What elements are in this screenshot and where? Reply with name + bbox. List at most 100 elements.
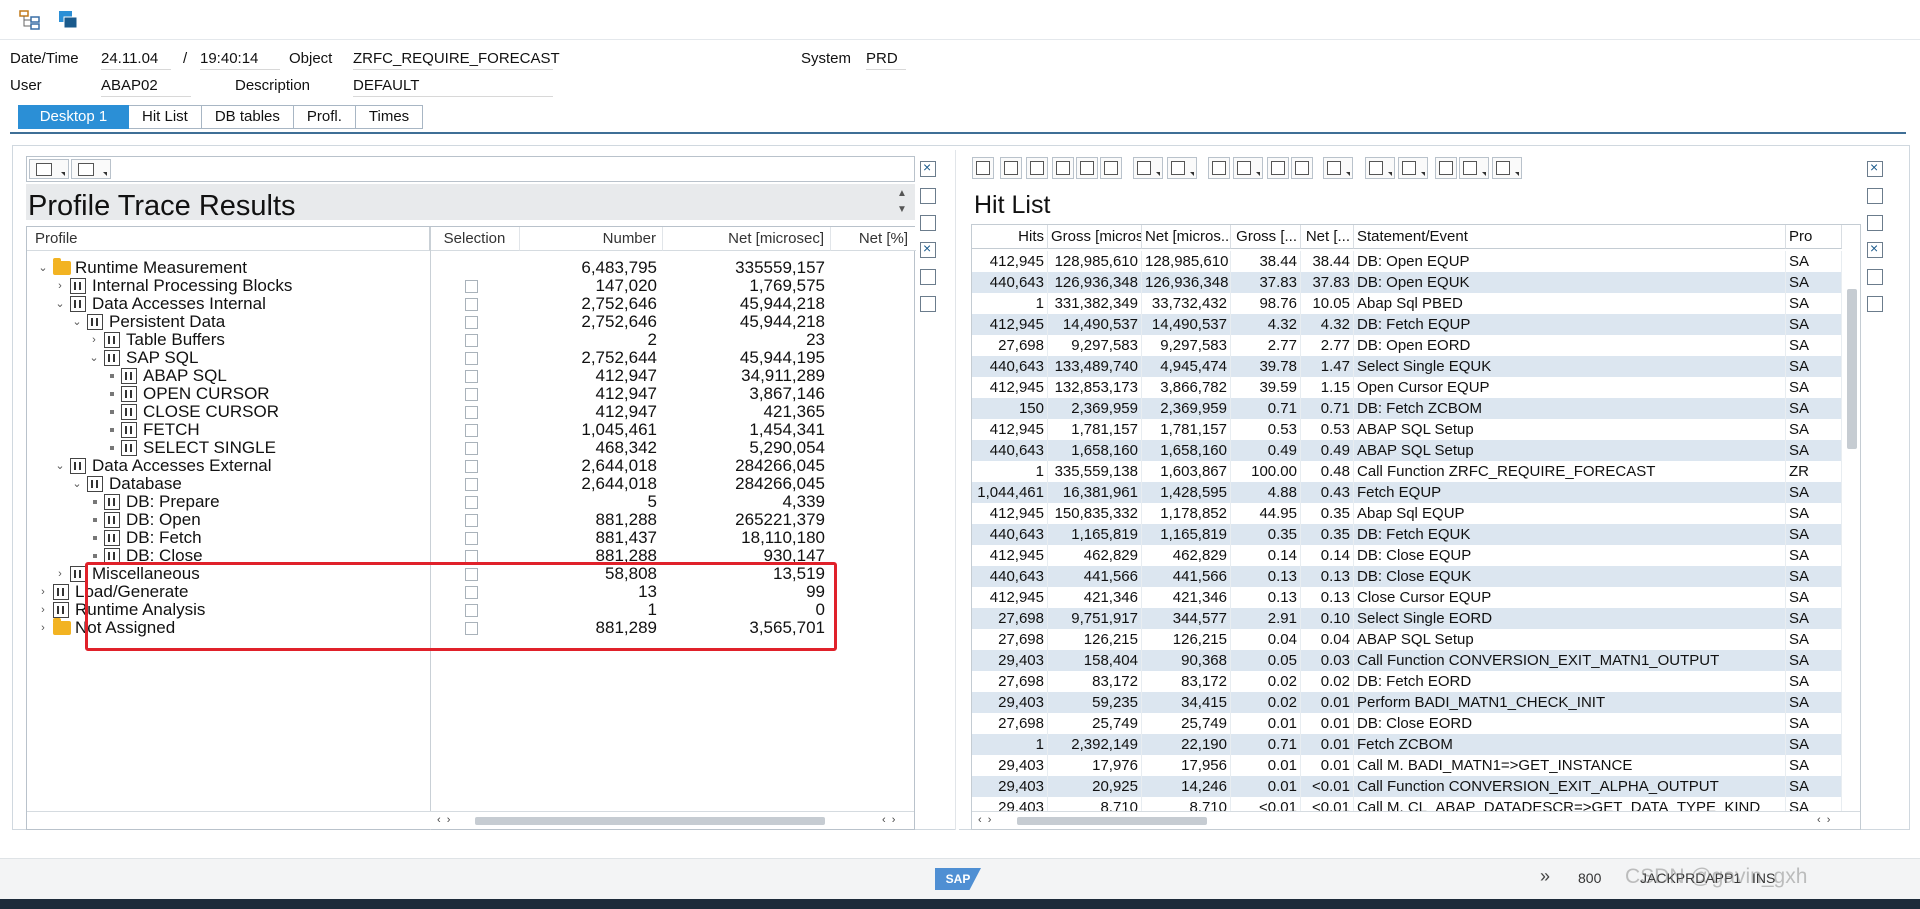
scroll-thumb[interactable] (475, 817, 825, 825)
title-scroll-arrows[interactable]: ▲ ▼ (895, 186, 909, 220)
vertical-scrollbar[interactable] (1842, 249, 1860, 809)
find-next-button[interactable] (1076, 157, 1098, 179)
table-row[interactable]: 27,698 83,172 83,172 0.02 0.02 DB: Fetch EORD… (972, 671, 1842, 692)
close-icon[interactable] (1867, 240, 1883, 258)
collapse-icon[interactable]: ⌄ (71, 478, 83, 490)
column-header-net-pct[interactable]: Net [... (1301, 225, 1354, 249)
selection-checkbox[interactable] (465, 568, 478, 581)
expand-icon[interactable]: › (37, 586, 49, 598)
table-row[interactable]: 27,698 9,297,583 9,297,583 2.77 2.77 DB: Open… (972, 335, 1842, 356)
selection-checkbox[interactable] (465, 532, 478, 545)
hierarchy-icon[interactable] (18, 8, 42, 32)
table-row[interactable]: 29,403 158,404 90,368 0.05 0.03 Call Function… (972, 650, 1842, 671)
subtotal-button[interactable] (1167, 157, 1197, 179)
collapse-icon[interactable]: ⌄ (54, 298, 66, 310)
table-row[interactable]: 412,945 14,490,537 14,490,537 4.32 4.32 DB: F… (972, 314, 1842, 335)
table-row[interactable]: 412,945 462,829 462,829 0.14 0.14 DB: Close E… (972, 545, 1842, 566)
table-row[interactable]: 440,643 133,489,740 4,945,474 39.78 1.47 Sele… (972, 356, 1842, 377)
selection-checkbox[interactable] (465, 388, 478, 401)
split-icon[interactable] (1867, 269, 1883, 285)
selection-checkbox[interactable] (465, 406, 478, 419)
table-row[interactable]: 29,403 59,235 34,415 0.02 0.01 Perform BADI_M… (972, 692, 1842, 713)
selection-checkbox[interactable] (465, 586, 478, 599)
split-icon[interactable] (920, 269, 936, 285)
table-row[interactable]: 1 331,382,349 33,732,432 98.76 10.05 Abap Sql… (972, 293, 1842, 314)
find-button[interactable] (1052, 157, 1074, 179)
table-row[interactable]: 440,643 441,566 441,566 0.13 0.13 DB: Close E… (972, 566, 1842, 587)
details-button[interactable] (972, 157, 994, 179)
filter-button[interactable] (1100, 157, 1122, 179)
selection-checkbox[interactable] (465, 280, 478, 293)
column-header-profile[interactable]: Profile (27, 227, 430, 251)
settings-menu-button[interactable] (71, 159, 111, 179)
headset-icon[interactable] (1867, 296, 1883, 312)
column-header-program[interactable]: Pro (1786, 225, 1842, 249)
expand-icon[interactable]: › (37, 604, 49, 616)
column-header-hits[interactable]: Hits (972, 225, 1048, 249)
table-row[interactable]: 1,044,461 16,381,961 1,428,595 4.88 0.43 Fetc… (972, 482, 1842, 503)
sort-descending-button[interactable] (1026, 157, 1048, 179)
tab-hit-list[interactable]: Hit List (129, 105, 202, 129)
selection-checkbox[interactable] (465, 298, 478, 311)
upload-button[interactable] (1398, 157, 1428, 179)
close-panel-icon[interactable] (1867, 159, 1883, 177)
new-panel-icon[interactable] (920, 188, 936, 204)
column-header-net-pct[interactable]: Net [%] (831, 227, 916, 251)
column-header-selection[interactable]: Selection (430, 227, 520, 251)
selection-checkbox[interactable] (465, 460, 478, 473)
table-row[interactable]: 412,945 128,985,610 128,985,610 38.44 38.44 D… (972, 251, 1842, 272)
tree-row[interactable]: › Not Assigned 881,289 3,565,701 (27, 617, 914, 639)
table-row[interactable]: 412,945 132,853,173 3,866,782 39.59 1.15 Open… (972, 377, 1842, 398)
selection-checkbox[interactable] (465, 478, 478, 491)
table-row[interactable]: 1 335,559,138 1,603,867 100.00 0.48 Call Func… (972, 461, 1842, 482)
export-button[interactable] (1267, 157, 1289, 179)
collapse-icon[interactable]: ⌄ (88, 352, 100, 364)
selection-checkbox[interactable] (465, 550, 478, 563)
windows-icon[interactable] (56, 8, 80, 32)
table-row[interactable]: 440,643 126,936,348 126,936,348 37.83 37.83 D… (972, 272, 1842, 293)
swap-panel-icon[interactable] (1867, 215, 1883, 231)
selection-checkbox[interactable] (465, 514, 478, 527)
horizontal-scrollbar[interactable]: ‹ › ‹ › (27, 811, 914, 829)
column-header-statement-event[interactable]: Statement/Event (1354, 225, 1786, 249)
table-row[interactable]: 29,403 20,925 14,246 0.01 <0.01 Call Function… (972, 776, 1842, 797)
horizontal-scrollbar[interactable]: ‹ › ‹ › (972, 811, 1860, 829)
close-icon[interactable] (920, 240, 936, 258)
headset-icon[interactable] (920, 296, 936, 312)
selection-checkbox[interactable] (465, 316, 478, 329)
selection-checkbox[interactable] (465, 370, 478, 383)
column-header-gross-pct[interactable]: Gross [... (1231, 225, 1301, 249)
notes-button[interactable] (1435, 157, 1457, 179)
tab-db-tables[interactable]: DB tables (201, 105, 294, 129)
table-row[interactable]: 27,698 126,215 126,215 0.04 0.04 ABAP SQL Set… (972, 629, 1842, 650)
selection-checkbox[interactable] (465, 334, 478, 347)
expand-icon[interactable]: › (37, 622, 49, 634)
table-row[interactable]: 27,698 9,751,917 344,577 2.91 0.10 Select Sin… (972, 608, 1842, 629)
column-header-net-micros[interactable]: Net [micros... (1142, 225, 1231, 249)
tab-times[interactable]: Times (355, 105, 424, 129)
download-button[interactable] (1365, 157, 1395, 179)
collapse-icon[interactable]: ⌄ (71, 316, 83, 328)
layout-menu-button[interactable] (29, 159, 69, 179)
column-header-net[interactable]: Net [microsec] (663, 227, 831, 251)
layout-button[interactable] (1323, 157, 1353, 179)
expand-icon[interactable]: › (54, 280, 66, 292)
collapse-icon[interactable]: ⌄ (54, 460, 66, 472)
expand-status-icon[interactable]: » (1540, 866, 1550, 887)
graphic-button[interactable] (1492, 157, 1522, 179)
table-row[interactable]: 412,945 1,781,157 1,781,157 0.53 0.53 ABAP SQ… (972, 419, 1842, 440)
table-row[interactable]: 440,643 1,165,819 1,165,819 0.35 0.35 DB: Fet… (972, 524, 1842, 545)
scroll-thumb[interactable] (1847, 289, 1857, 449)
expand-icon[interactable]: › (54, 568, 66, 580)
collapse-icon[interactable]: ⌄ (37, 262, 49, 274)
column-header-gross-micros[interactable]: Gross [micros... (1048, 225, 1142, 249)
table-row[interactable]: 27,698 25,749 25,749 0.01 0.01 DB: Close EORD… (972, 713, 1842, 734)
column-header-number[interactable]: Number (520, 227, 663, 251)
table-row[interactable]: 412,945 150,835,332 1,178,852 44.95 0.35 Abap… (972, 503, 1842, 524)
sort-ascending-button[interactable] (1000, 157, 1022, 179)
selection-checkbox[interactable] (465, 352, 478, 365)
selection-checkbox[interactable] (465, 442, 478, 455)
table-button[interactable] (1291, 157, 1313, 179)
selection-checkbox[interactable] (465, 424, 478, 437)
panel-splitter[interactable] (955, 150, 959, 830)
